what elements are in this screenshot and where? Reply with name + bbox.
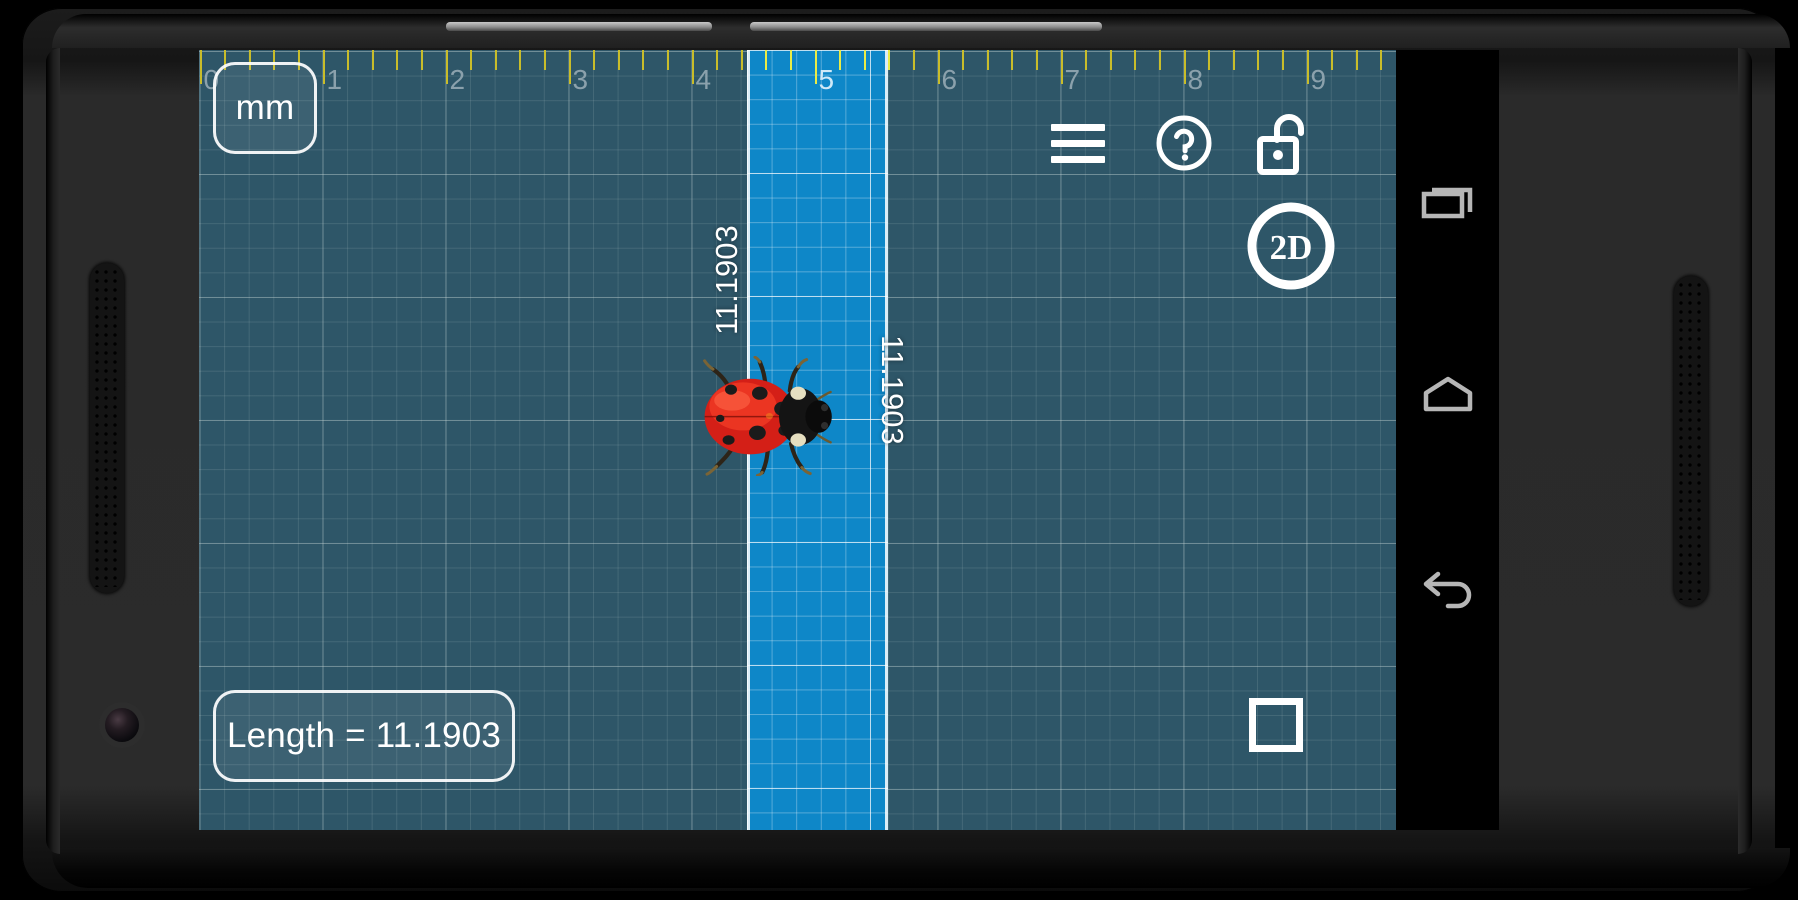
ruler-tick-minor — [593, 50, 596, 70]
ruler-tick-minor — [888, 50, 891, 70]
recents-icon — [1421, 187, 1472, 218]
nav-home-button[interactable] — [1396, 345, 1499, 448]
ruler-tick-minor — [839, 50, 842, 70]
ruler-tick-minor — [1380, 50, 1383, 70]
ruler-number-label: 5 — [818, 64, 835, 95]
ruler-tick-minor — [912, 50, 915, 70]
ruler-tick-minor — [642, 50, 645, 70]
nav-back-button[interactable] — [1396, 540, 1499, 643]
ruler-number-label: 2 — [449, 64, 466, 95]
ruler-tick-minor — [765, 50, 768, 70]
ruler-tick-minor — [1085, 50, 1088, 70]
ruler-tick-minor — [1257, 50, 1260, 70]
ruler-tick-minor — [1134, 50, 1137, 70]
ruler-tick-minor — [962, 50, 965, 70]
speaker-grille-right — [1674, 276, 1708, 606]
unit-button[interactable]: mm — [213, 62, 317, 154]
unlock-padlock-icon[interactable] — [1257, 110, 1309, 176]
ruler-tick-minor — [1232, 50, 1235, 70]
ruler-tick-major — [937, 50, 940, 84]
ruler-tick-minor — [396, 50, 399, 70]
volume-rocker-button[interactable] — [446, 22, 712, 31]
ruler-number-label: 1 — [326, 64, 343, 95]
ruler-tick-minor — [1208, 50, 1211, 70]
speaker-grille-left — [90, 263, 124, 593]
phone-right-rim — [1738, 48, 1752, 854]
ruler-tick-minor — [543, 50, 546, 70]
ruler-tick-minor — [666, 50, 669, 70]
ruler-number-label: 8 — [1187, 64, 1204, 95]
ruler-tick-minor — [740, 50, 743, 70]
ruler-tick-minor — [1355, 50, 1358, 70]
ruler-tick-major — [1060, 50, 1063, 84]
phone-left-rim — [46, 48, 60, 854]
ruler-number-label: 9 — [1310, 64, 1327, 95]
ruler-tick-minor — [1035, 50, 1038, 70]
phone-screen: 012345678910 — [199, 50, 1499, 830]
android-navigation-bar — [1396, 50, 1499, 830]
length-readout-label: Length = 11.1903 — [226, 716, 502, 755]
power-button[interactable] — [750, 22, 1102, 31]
phone-top-edge — [52, 14, 1790, 48]
unit-button-label: mm — [235, 88, 295, 127]
ruler-app-canvas[interactable]: 012345678910 — [199, 50, 1499, 830]
ruler-tick-major — [568, 50, 571, 84]
fullscreen-expand-icon[interactable] — [1249, 698, 1303, 752]
ruler-tick-minor — [1109, 50, 1112, 70]
ruler-tick-major — [1183, 50, 1186, 84]
ruler-tick-minor — [420, 50, 423, 70]
ruler-tick-minor — [986, 50, 989, 70]
ruler-tick-minor — [1011, 50, 1014, 70]
ruler-number-label: 7 — [1064, 64, 1081, 95]
fullscreen-corner-br — [1274, 723, 1303, 752]
ruler-tick-minor — [494, 50, 497, 70]
ruler-tick-minor — [1158, 50, 1161, 70]
ruler-tick-minor — [1281, 50, 1284, 70]
help-question-icon[interactable] — [1155, 114, 1213, 172]
ruler-tick-major — [445, 50, 448, 84]
ruler-tick-major — [691, 50, 694, 84]
ruler-number-label: 3 — [572, 64, 589, 95]
ladybug-image — [702, 356, 832, 476]
2d-mode-button[interactable]: 2D — [1245, 200, 1337, 292]
ruler-tick-minor — [371, 50, 374, 70]
ruler-tick-major — [199, 50, 202, 84]
screenshot-stage: 012345678910 — [0, 0, 1798, 900]
ruler-tick-major — [322, 50, 325, 84]
ruler-tick-major — [814, 50, 817, 84]
ruler-tick-minor — [716, 50, 719, 70]
home-icon — [1423, 376, 1472, 411]
ruler-tick-major — [1306, 50, 1309, 84]
back-icon — [1423, 571, 1471, 608]
nav-recents-button[interactable] — [1396, 150, 1499, 253]
measurement-label-right: 11.1903 — [875, 335, 911, 445]
hamburger-menu-icon[interactable] — [1051, 124, 1105, 164]
ruler-tick-minor — [519, 50, 522, 70]
ruler-tick-minor — [789, 50, 792, 70]
front-camera-icon — [105, 708, 139, 742]
phone-bottom-edge — [52, 848, 1790, 888]
ruler-scale[interactable]: 012345678910 — [199, 50, 1499, 96]
ruler-number-label: 6 — [941, 64, 958, 95]
ruler-tick-minor — [347, 50, 350, 70]
ruler-tick-minor — [470, 50, 473, 70]
length-readout[interactable]: Length = 11.1903 — [213, 690, 515, 782]
ruler-tick-minor — [1331, 50, 1334, 70]
2d-mode-label: 2D — [1270, 228, 1313, 267]
ruler-tick-minor — [863, 50, 866, 70]
ruler-number-label: 4 — [695, 64, 712, 95]
measurement-label-left: 11.1903 — [708, 225, 744, 335]
ruler-tick-minor — [617, 50, 620, 70]
